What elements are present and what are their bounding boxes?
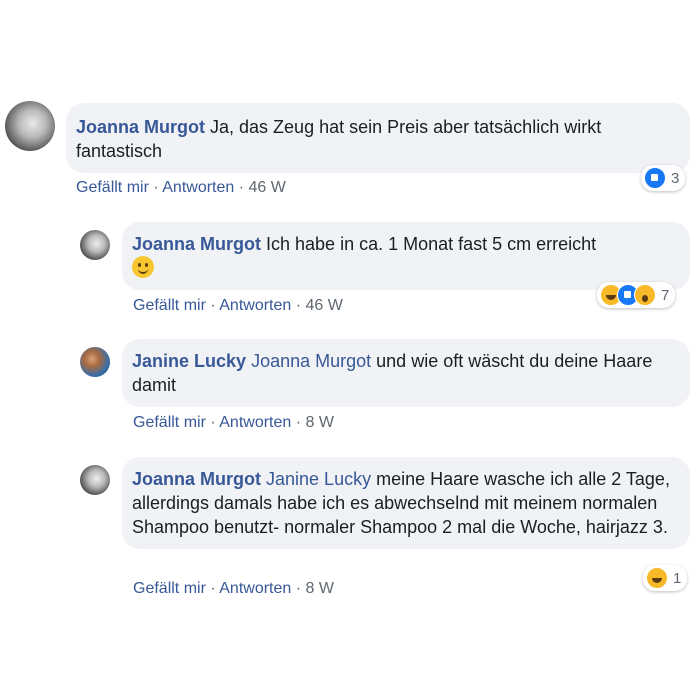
timestamp[interactable]: 8 W: [306, 414, 334, 431]
comment-bubble: Janine Lucky Joanna Murgot und wie oft w…: [122, 339, 690, 407]
reply-link[interactable]: Antworten: [219, 297, 291, 314]
timestamp[interactable]: 46 W: [306, 297, 343, 314]
reaction-count: 7: [661, 286, 670, 304]
separator: ·: [210, 414, 216, 431]
avatar[interactable]: [80, 347, 110, 377]
comment-author[interactable]: Joanna Murgot: [132, 469, 261, 489]
reaction-summary[interactable]: 3: [641, 165, 686, 191]
reaction-count: 1: [673, 569, 682, 587]
separator: ·: [295, 580, 302, 597]
comment-actions: Gefällt mir · Antworten · 8 W: [133, 414, 334, 432]
comment-actions: Gefällt mir · Antworten · 46 W: [76, 179, 286, 197]
avatar[interactable]: [80, 465, 110, 495]
comment-author[interactable]: Joanna Murgot: [76, 117, 205, 137]
like-link[interactable]: Gefällt mir: [133, 414, 206, 431]
separator: ·: [238, 179, 245, 196]
comment-bubble: Joanna Murgot Janine Lucky meine Haare w…: [122, 457, 690, 549]
like-icon: [644, 167, 666, 189]
separator: ·: [153, 179, 159, 196]
wow-icon: [634, 284, 656, 306]
reply-link[interactable]: Antworten: [162, 179, 234, 196]
comment-actions: Gefällt mir · Antworten · 46 W: [133, 297, 343, 315]
reply-link[interactable]: Antworten: [219, 580, 291, 597]
timestamp[interactable]: 46 W: [249, 179, 286, 196]
mention-link[interactable]: Joanna Murgot: [251, 351, 371, 371]
comment-text: Ich habe in ca. 1 Monat fast 5 cm erreic…: [266, 234, 597, 254]
separator: ·: [295, 414, 302, 431]
separator: ·: [210, 297, 216, 314]
reply-link[interactable]: Antworten: [219, 414, 291, 431]
comment-bubble: Joanna Murgot Ja, das Zeug hat sein Prei…: [66, 103, 690, 173]
comment-bubble: Joanna Murgot Ich habe in ca. 1 Monat fa…: [122, 222, 690, 290]
avatar[interactable]: [80, 230, 110, 260]
separator: ·: [210, 580, 216, 597]
reaction-summary[interactable]: 1: [643, 565, 688, 591]
haha-icon: [646, 567, 668, 589]
like-link[interactable]: Gefällt mir: [76, 179, 149, 196]
separator: ·: [295, 297, 302, 314]
like-link[interactable]: Gefällt mir: [133, 297, 206, 314]
mention-link[interactable]: Janine Lucky: [266, 469, 371, 489]
comment-actions: Gefällt mir · Antworten · 8 W: [133, 580, 334, 598]
comment-author[interactable]: Joanna Murgot: [132, 234, 261, 254]
like-link[interactable]: Gefällt mir: [133, 580, 206, 597]
comment-author[interactable]: Janine Lucky: [132, 351, 246, 371]
timestamp[interactable]: 8 W: [306, 580, 334, 597]
smiling-face-icon: [132, 256, 154, 278]
avatar[interactable]: [5, 101, 55, 151]
reaction-summary[interactable]: 7: [597, 282, 676, 308]
reaction-count: 3: [671, 169, 680, 187]
